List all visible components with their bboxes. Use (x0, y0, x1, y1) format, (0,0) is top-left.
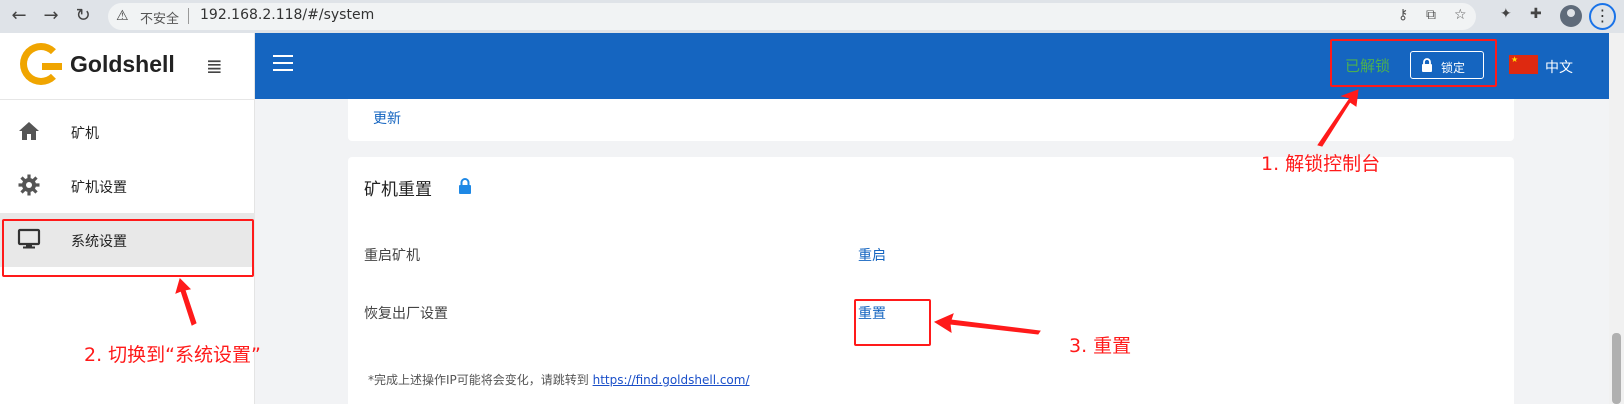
arrow-step1 (1317, 89, 1359, 147)
annotation-step2: 2. 切换到“系统设置” (84, 344, 261, 366)
annotation-step1: 1. 解锁控制台 (1261, 153, 1381, 175)
screen: ← → ↻ ⚠ 不安全 192.168.2.118/#/system ⚷ ⧉ ☆… (0, 0, 1624, 404)
arrow-step3 (933, 313, 1041, 335)
arrow-step2 (175, 278, 197, 326)
annotation-step3: 3. 重置 (1069, 335, 1132, 357)
